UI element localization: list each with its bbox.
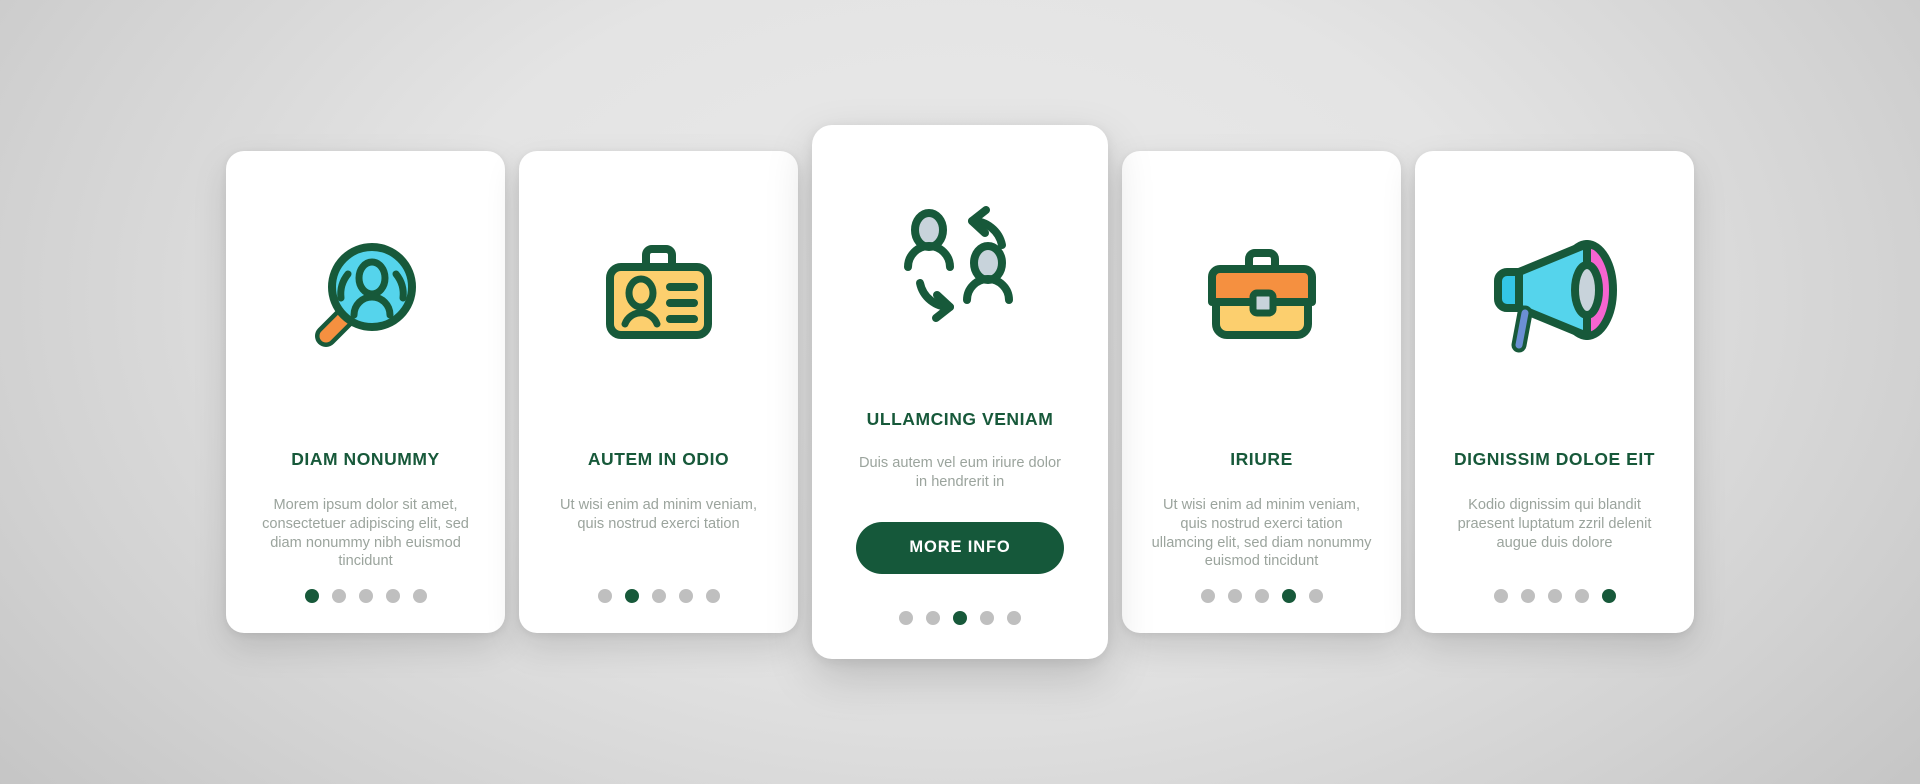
pagination-dot[interactable] — [412, 589, 427, 603]
pagination-dot[interactable] — [980, 611, 994, 625]
pagination-dot[interactable] — [624, 589, 639, 603]
pagination-dot[interactable] — [304, 589, 319, 603]
card-text-block: IRIURE Ut wisi enim ad minim veniam, qui… — [1122, 387, 1401, 603]
pagination-dot[interactable] — [926, 611, 940, 625]
pagination-dots — [519, 589, 798, 603]
card-text-block: DIAM NONUMMY Morem ipsum dolor sit amet,… — [226, 387, 505, 603]
card-text-block: AUTEM IN ODIO Ut wisi enim ad minim veni… — [519, 387, 798, 603]
card-description: Ut wisi enim ad minim veniam, quis nostr… — [1151, 497, 1372, 570]
pagination-dot[interactable] — [899, 611, 913, 625]
pagination-dot[interactable] — [1493, 589, 1508, 603]
onboarding-card-diam-nonummy[interactable]: DIAM NONUMMY Morem ipsum dolor sit amet,… — [226, 151, 505, 633]
onboarding-card-ullamcing-veniam[interactable]: ULLAMCING VENIAM Duis autem vel eum iriu… — [812, 125, 1108, 659]
pagination-dot[interactable] — [1007, 611, 1021, 625]
pagination-dot[interactable] — [358, 589, 373, 603]
pagination-dot[interactable] — [1574, 589, 1589, 603]
pagination-dot[interactable] — [331, 589, 346, 603]
card-title: DIGNISSIM DOLOE EIT — [1453, 449, 1656, 469]
onboarding-card-carousel: DIAM NONUMMY Morem ipsum dolor sit amet,… — [0, 0, 1920, 784]
megaphone-icon — [1415, 197, 1694, 387]
pagination-dots — [1122, 589, 1401, 603]
pagination-dot[interactable] — [1200, 589, 1215, 603]
card-title: ULLAMCING VENIAM — [866, 409, 1054, 429]
card-description: Kodio dignissim qui blandit praesent lup… — [1457, 497, 1652, 551]
magnifier-person-icon — [226, 197, 505, 387]
more-info-button[interactable]: MORE INFO — [856, 521, 1064, 574]
pagination-dot[interactable] — [678, 589, 693, 603]
pagination-dot[interactable] — [1520, 589, 1535, 603]
card-title: DIAM NONUMMY — [291, 449, 440, 469]
onboarding-card-iriure[interactable]: IRIURE Ut wisi enim ad minim veniam, qui… — [1122, 151, 1401, 633]
briefcase-icon — [1122, 197, 1401, 387]
card-text-block: ULLAMCING VENIAM Duis autem vel eum iriu… — [812, 365, 1108, 627]
pagination-dot[interactable] — [385, 589, 400, 603]
card-description: Duis autem vel eum iriure dolor in hendr… — [859, 455, 1061, 490]
pagination-dots — [226, 589, 505, 603]
pagination-dot[interactable] — [705, 589, 720, 603]
id-badge-icon — [519, 197, 798, 387]
pagination-dot[interactable] — [597, 589, 612, 603]
pagination-dot[interactable] — [1308, 589, 1323, 603]
pagination-dot[interactable] — [651, 589, 666, 603]
pagination-dot[interactable] — [1227, 589, 1242, 603]
pagination-dots — [812, 611, 1108, 625]
pagination-dot[interactable] — [1254, 589, 1269, 603]
card-description: Ut wisi enim ad minim veniam, quis nostr… — [559, 497, 758, 532]
pagination-dots — [1415, 589, 1694, 603]
pagination-dot[interactable] — [1281, 589, 1296, 603]
card-title: IRIURE — [1230, 449, 1293, 469]
pagination-dot[interactable] — [953, 611, 967, 625]
people-exchange-icon — [812, 169, 1108, 365]
onboarding-card-dignissim-doloe-eit[interactable]: DIGNISSIM DOLOE EIT Kodio dignissim qui … — [1415, 151, 1694, 633]
card-text-block: DIGNISSIM DOLOE EIT Kodio dignissim qui … — [1415, 387, 1694, 603]
card-description: Morem ipsum dolor sit amet, consectetuer… — [262, 497, 469, 570]
card-title: AUTEM IN ODIO — [587, 449, 730, 469]
pagination-dot[interactable] — [1547, 589, 1562, 603]
onboarding-card-autem-in-odio[interactable]: AUTEM IN ODIO Ut wisi enim ad minim veni… — [519, 151, 798, 633]
pagination-dot[interactable] — [1601, 589, 1616, 603]
